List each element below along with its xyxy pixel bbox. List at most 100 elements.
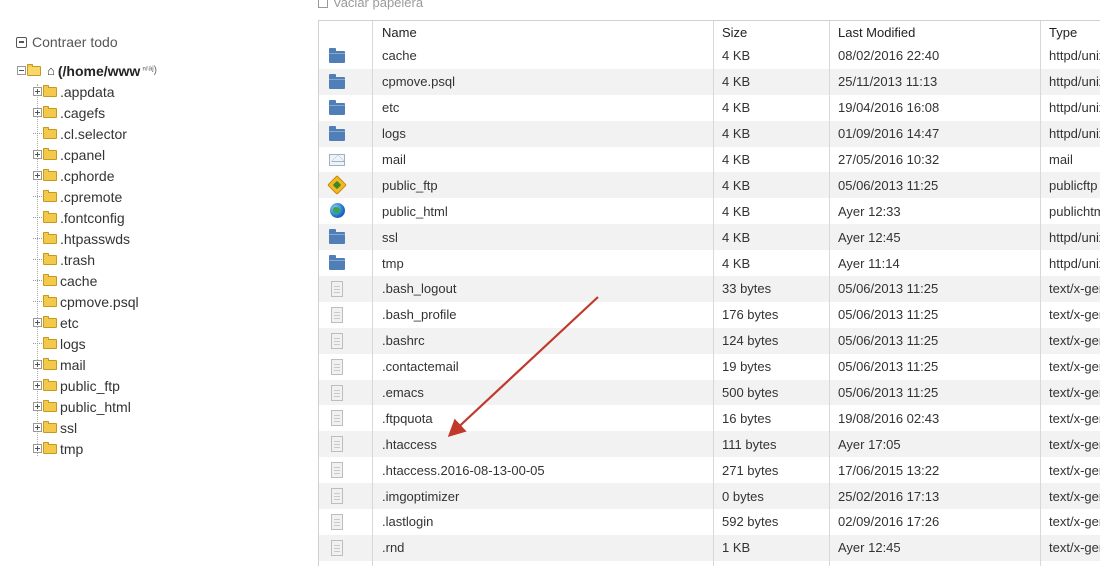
expand-toggle-icon[interactable] bbox=[33, 381, 42, 390]
table-row[interactable]: .htaccess.2016-08-13-00-05 271 bytes 17/06… bbox=[319, 457, 1100, 483]
cell-name: .htaccess.2016-08-13-00-05 bbox=[382, 462, 545, 478]
expand-toggle-icon[interactable] bbox=[33, 444, 42, 453]
tree-item[interactable]: .htpasswds bbox=[33, 228, 130, 249]
tree-item-label: cpmove.psql bbox=[60, 293, 139, 310]
tree-item[interactable]: .cphorde bbox=[33, 165, 114, 186]
tree-root-suffix: ⁿʳᵃʲ) bbox=[142, 65, 157, 76]
cell-name: mail bbox=[382, 152, 406, 167]
tree-item[interactable]: .cpanel bbox=[33, 144, 105, 165]
trash-icon bbox=[318, 0, 328, 8]
cell-size: 1 KB bbox=[722, 540, 751, 556]
collapse-toggle-icon[interactable] bbox=[17, 66, 26, 75]
tree-item[interactable]: .cl.selector bbox=[33, 123, 127, 144]
table-row[interactable]: .rnd 1 KB Ayer 12:45 text/x-generic bbox=[319, 534, 1100, 561]
tree-connector bbox=[33, 272, 42, 281]
tree-item[interactable]: etc bbox=[33, 312, 79, 333]
col-divider bbox=[829, 21, 830, 566]
tree-item[interactable]: .appdata bbox=[33, 81, 115, 102]
expand-toggle-icon[interactable] bbox=[33, 423, 42, 432]
cell-name: .htaccess bbox=[382, 436, 437, 452]
table-row[interactable]: .lastlogin 592 bytes 02/09/2016 17:26 text/… bbox=[319, 509, 1100, 535]
table-row[interactable]: .bash_logout 33 bytes 05/06/2013 11:25 text… bbox=[319, 276, 1100, 302]
col-header-size[interactable]: Size bbox=[722, 21, 827, 43]
cell-type: httpd/unix-directory bbox=[1049, 100, 1100, 116]
table-row[interactable]: .imgoptimizer 0 bytes 25/02/2016 17:13 text… bbox=[319, 483, 1100, 510]
table-row[interactable]: etc 4 KB 19/04/2016 16:08 httpd/unix-direct… bbox=[319, 95, 1100, 121]
table-row[interactable]: .bash_profile 176 bytes 05/06/2013 11:25 te… bbox=[319, 302, 1100, 328]
cell-modified: 27/05/2016 10:32 bbox=[838, 152, 940, 167]
tree-item[interactable]: tmp bbox=[33, 438, 83, 459]
tree-root[interactable]: ⌂ (/home/www ⁿʳᵃʲ) bbox=[17, 60, 157, 81]
cell-size: 4 KB bbox=[722, 100, 751, 116]
expand-toggle-icon[interactable] bbox=[33, 108, 42, 117]
cell-size: 0 bytes bbox=[722, 488, 764, 504]
tree-root-label: (/home/www bbox=[57, 62, 141, 79]
cell-size: 592 bytes bbox=[722, 514, 779, 530]
tree-item[interactable]: public_html bbox=[33, 396, 131, 417]
cell-modified: 05/06/2013 11:25 bbox=[838, 385, 939, 401]
cell-size: 176 bytes bbox=[722, 307, 779, 323]
table-row[interactable]: ssl 4 KB Ayer 12:45 httpd/unix-directory bbox=[319, 224, 1100, 251]
col-header-modified[interactable]: Last Modified bbox=[838, 21, 1038, 43]
tree-item[interactable]: .fontconfig bbox=[33, 207, 125, 228]
tree-item-label: .cpremote bbox=[60, 188, 123, 205]
cell-name: .bash_profile bbox=[382, 307, 457, 323]
cell-modified: 19/04/2016 16:08 bbox=[838, 100, 940, 116]
cell-modified: 01/09/2016 14:47 bbox=[838, 126, 940, 142]
folder-icon bbox=[43, 399, 57, 412]
table-row[interactable]: mail 4 KB 27/05/2016 10:32 mail bbox=[319, 147, 1100, 173]
table-row[interactable]: .contactemail 19 bytes 05/06/2013 11:25 tex… bbox=[319, 354, 1100, 380]
cell-size: 4 KB bbox=[722, 74, 751, 90]
tree-item-label: .trash bbox=[60, 251, 96, 268]
table-row[interactable]: public_html 4 KB Ayer 12:33 publichtml bbox=[319, 198, 1100, 224]
collapse-all-button[interactable]: Contraer todo bbox=[16, 34, 118, 50]
cell-name: .bash_logout bbox=[382, 281, 457, 297]
col-header-name[interactable]: Name bbox=[382, 21, 712, 43]
tree-item[interactable]: .cpremote bbox=[33, 186, 122, 207]
table-row[interactable]: .bashrc 124 bytes 05/06/2013 11:25 text/x-g… bbox=[319, 327, 1100, 354]
collapse-all-label: Contraer todo bbox=[32, 34, 118, 50]
tree-item-label: public_html bbox=[60, 398, 131, 415]
table-row[interactable]: cache 4 KB 08/02/2016 22:40 httpd/unix-dire… bbox=[319, 43, 1100, 69]
tree-item[interactable]: public_ftp bbox=[33, 375, 120, 396]
tree-item[interactable]: mail bbox=[33, 354, 86, 375]
file-list-panel: Name Size Last Modified Type cache 4 KB 08… bbox=[318, 20, 1100, 566]
cell-name: etc bbox=[382, 100, 400, 116]
table-row[interactable]: .htaccess 111 bytes Ayer 17:05 text/x-gener… bbox=[319, 431, 1100, 458]
tree-item[interactable]: logs bbox=[33, 333, 86, 354]
tree-item[interactable]: .trash bbox=[33, 249, 95, 270]
cell-size: 19 bytes bbox=[722, 359, 772, 375]
tree-item[interactable]: ssl bbox=[33, 417, 77, 438]
cell-type: text/x-generic bbox=[1049, 436, 1100, 452]
table-row[interactable]: tmp 4 KB Ayer 11:14 httpd/unix-directory bbox=[319, 250, 1100, 276]
tree-item[interactable]: cpmove.psql bbox=[33, 291, 139, 312]
expand-toggle-icon[interactable] bbox=[33, 318, 42, 327]
file-icon bbox=[331, 539, 343, 556]
table-row[interactable]: .ftpquota 16 bytes 19/08/2016 02:43 text/x-… bbox=[319, 405, 1100, 431]
table-row[interactable]: public_ftp 4 KB 05/06/2013 11:25 publicftp bbox=[319, 172, 1100, 199]
col-header-type[interactable]: Type bbox=[1049, 21, 1100, 43]
cell-name: .bashrc bbox=[382, 333, 425, 349]
cell-modified: 05/06/2013 11:25 bbox=[838, 307, 939, 323]
tree-item-label: .htpasswds bbox=[60, 230, 131, 247]
tree-item[interactable]: .cagefs bbox=[33, 102, 105, 123]
expand-toggle-icon[interactable] bbox=[33, 171, 42, 180]
globe-icon bbox=[330, 203, 345, 219]
table-row[interactable]: .emacs 500 bytes 05/06/2013 11:25 text/x-ge… bbox=[319, 379, 1100, 406]
folder-icon bbox=[43, 126, 57, 139]
expand-toggle-icon[interactable] bbox=[33, 87, 42, 96]
tree-item-label: mail bbox=[60, 356, 86, 373]
collapse-icon bbox=[16, 36, 27, 48]
cell-modified: 05/06/2013 11:25 bbox=[838, 333, 939, 349]
cell-type: text/x-generic bbox=[1049, 307, 1100, 323]
mail-icon bbox=[329, 153, 345, 166]
folder-icon bbox=[43, 357, 57, 370]
table-row[interactable]: cpmove.psql 4 KB 25/11/2013 11:13 httpd/uni… bbox=[319, 68, 1100, 95]
expand-toggle-icon[interactable] bbox=[33, 402, 42, 411]
table-row[interactable]: logs 4 KB 01/09/2016 14:47 httpd/unix-direc… bbox=[319, 120, 1100, 147]
tree-item[interactable]: cache bbox=[33, 270, 97, 291]
expand-toggle-icon[interactable] bbox=[33, 360, 42, 369]
expand-toggle-icon[interactable] bbox=[33, 150, 42, 159]
cell-modified: 08/02/2016 22:40 bbox=[838, 48, 940, 64]
empty-trash-button[interactable]: Vaciar papelera bbox=[318, 0, 423, 11]
